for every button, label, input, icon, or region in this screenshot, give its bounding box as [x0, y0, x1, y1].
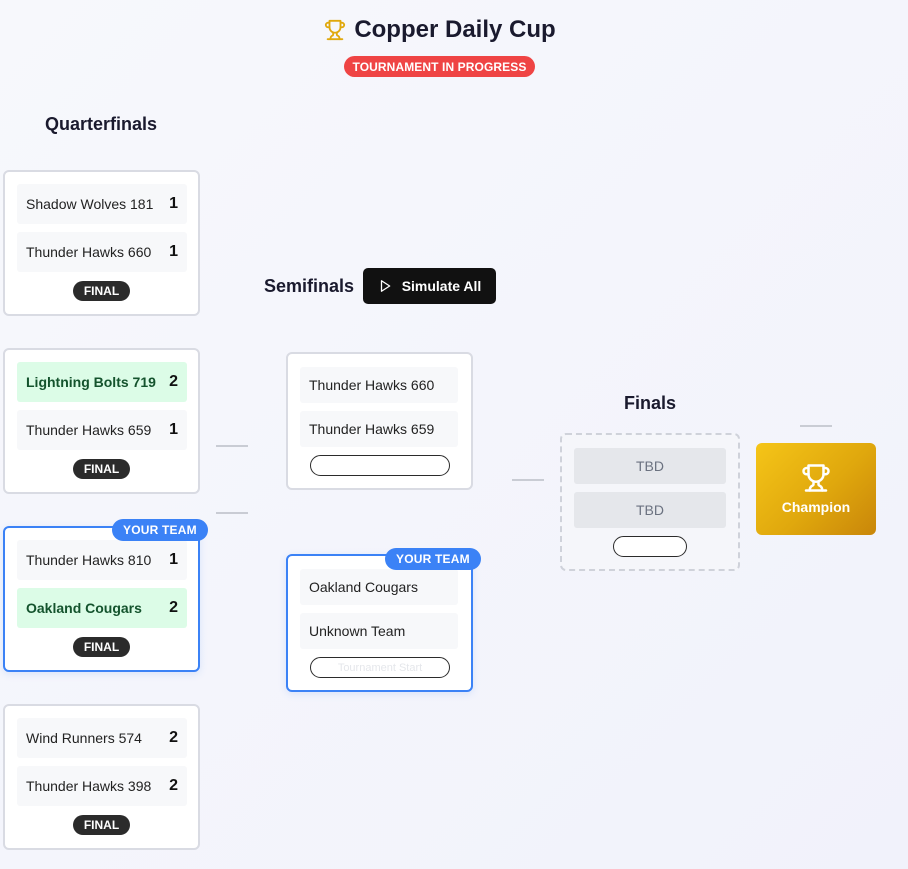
team-name: TBD [636, 458, 664, 474]
team-name: TBD [636, 502, 664, 518]
team-row-winner: Oakland Cougars 2 [17, 588, 187, 628]
team-name: Shadow Wolves 181 [26, 196, 154, 212]
team-row: Thunder Hawks 659 [300, 411, 458, 447]
simulate-all-label: Simulate All [401, 278, 482, 294]
bracket-connector [216, 445, 248, 447]
match-card-qf2[interactable]: Lightning Bolts 719 2 Thunder Hawks 659 … [3, 348, 200, 494]
round-label-quarterfinals: Quarterfinals [45, 114, 158, 134]
team-score: 2 [169, 599, 178, 616]
final-badge: FINAL [73, 637, 130, 657]
champion-card: Champion [756, 443, 876, 535]
trophy-icon [802, 464, 830, 492]
round-label-finals: Finals [624, 393, 677, 413]
your-team-badge: YOUR TEAM [385, 548, 481, 570]
team-score: 2 [169, 777, 178, 794]
match-card-final[interactable]: TBD TBD [560, 433, 740, 571]
team-row-winner: Lightning Bolts 719 2 [17, 362, 187, 402]
play-icon [380, 280, 390, 292]
team-name: Thunder Hawks 660 [26, 244, 152, 260]
match-status-pill: Tournament Start [310, 657, 450, 678]
team-score: 1 [169, 243, 178, 260]
team-row: Thunder Hawks 659 1 [17, 410, 187, 450]
team-name: Lightning Bolts 719 [26, 374, 156, 390]
team-name: Thunder Hawks 659 [309, 421, 435, 437]
match-card-qf4[interactable]: Wind Runners 574 2 Thunder Hawks 398 2 F… [3, 704, 200, 850]
team-score: 1 [169, 551, 178, 568]
team-name: Wind Runners 574 [26, 730, 142, 746]
round-label-semifinals: Semifinals [264, 276, 355, 296]
team-row-tbd: TBD [574, 448, 726, 484]
team-name: Thunder Hawks 659 [26, 422, 152, 438]
team-row-tbd: TBD [574, 492, 726, 528]
team-score: 2 [169, 373, 178, 390]
team-score: 1 [169, 421, 178, 438]
final-badge: FINAL [73, 815, 130, 835]
status-badge: TOURNAMENT IN PROGRESS [344, 56, 535, 77]
team-name: Thunder Hawks 398 [26, 778, 152, 794]
team-row: Thunder Hawks 398 2 [17, 766, 187, 806]
final-badge: FINAL [73, 459, 130, 479]
team-name: Thunder Hawks 810 [26, 552, 152, 568]
header: Copper Daily Cup [0, 16, 880, 46]
team-row: Thunder Hawks 660 1 [17, 232, 187, 272]
match-card-sf2[interactable]: Oakland Cougars Unknown Team Tournament … [286, 554, 473, 692]
team-score: 1 [169, 195, 178, 212]
simulate-all-button[interactable]: Simulate All [363, 268, 496, 304]
team-row: Thunder Hawks 810 1 [17, 540, 187, 580]
team-name: Thunder Hawks 660 [309, 377, 435, 393]
title-text: Copper Daily Cup [354, 16, 556, 43]
team-score: 2 [169, 729, 178, 746]
champion-label: Champion [781, 499, 851, 515]
team-name: Oakland Cougars [309, 579, 418, 595]
team-row: Unknown Team [300, 613, 458, 649]
bracket-connector [216, 512, 248, 514]
final-badge: FINAL [73, 281, 130, 301]
match-card-sf1[interactable]: Thunder Hawks 660 Thunder Hawks 659 [286, 352, 473, 490]
team-row: Shadow Wolves 181 1 [17, 184, 187, 224]
team-name: Unknown Team [309, 623, 406, 639]
match-card-qf3[interactable]: Thunder Hawks 810 1 Oakland Cougars 2 FI… [3, 526, 200, 672]
match-card-qf1[interactable]: Shadow Wolves 181 1 Thunder Hawks 660 1 … [3, 170, 200, 316]
bracket-connector [512, 479, 544, 481]
your-team-badge: YOUR TEAM [112, 519, 208, 541]
page-title: Copper Daily Cup [324, 16, 556, 44]
team-row: Wind Runners 574 2 [17, 718, 187, 758]
team-row: Oakland Cougars [300, 569, 458, 605]
team-name: Oakland Cougars [26, 600, 142, 616]
bracket-connector [800, 425, 832, 427]
match-status-pill [310, 455, 450, 476]
team-row: Thunder Hawks 660 [300, 367, 458, 403]
match-status-pill [613, 536, 687, 557]
trophy-icon [325, 19, 346, 41]
